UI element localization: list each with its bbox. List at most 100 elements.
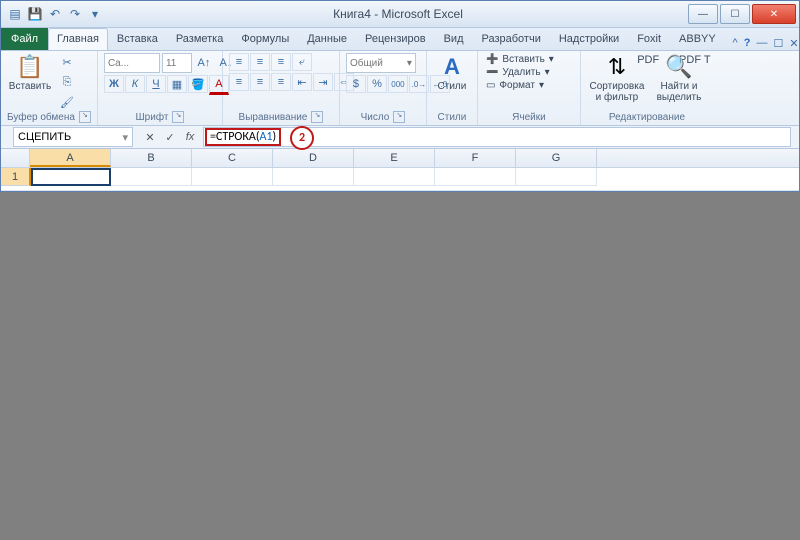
number-format-combo[interactable]: Общий▾ [346,53,416,73]
format-cells-button[interactable]: ▭Формат▾ [484,79,546,92]
tab-review[interactable]: Рецензиров [356,28,435,50]
find-select-button[interactable]: 🔍 Найти и выделить [651,53,707,103]
currency-button[interactable]: $ [346,75,366,93]
increase-decimal-button[interactable]: .0→ [409,75,429,93]
increase-indent-button[interactable]: ⇥ [313,73,333,91]
file-tab[interactable]: Файл [1,28,48,50]
row-header-1[interactable]: 1 [1,168,31,186]
enter-formula-button[interactable]: ✓ [161,128,179,146]
insert-cells-label: Вставить [502,54,544,65]
align-left-button[interactable]: ≡ [229,73,249,91]
fill-color-button[interactable]: 🪣 [188,75,208,93]
sort-filter-button[interactable]: ⇅ Сортировка и фильтр [587,53,647,103]
chevron-down-icon: ▾ [545,67,550,78]
insert-cells-button[interactable]: ➕Вставить▾ [484,53,556,66]
redo-icon[interactable]: ↷ [67,6,83,22]
cell-a1[interactable] [31,168,111,186]
chevron-down-icon: ▾ [539,80,544,91]
mdi-restore-icon[interactable]: ☐ [773,37,783,50]
close-button[interactable]: ✕ [752,4,796,24]
group-number: Общий▾ $ % 000 .0→ ←.0 Число↘ [340,51,427,125]
decrease-indent-button[interactable]: ⇤ [292,73,312,91]
ribbon: 📋 Вставить ✂ ⎘ 🖌 Буфер обмена↘ Ca... 11 … [1,51,799,126]
copy-button[interactable]: ⎘ [57,73,77,91]
select-all-corner[interactable] [1,149,30,167]
tab-view[interactable]: Вид [435,28,473,50]
chevron-down-icon: ▾ [122,131,128,144]
percent-button[interactable]: % [367,75,387,93]
paste-button[interactable]: 📋 Вставить [7,53,53,92]
column-header-b[interactable]: B [111,149,192,167]
cell-e1[interactable] [354,168,435,186]
underline-button[interactable]: Ч [146,75,166,93]
formula-text-suffix: ) [273,130,277,144]
wrap-text-button[interactable]: ⤶ [292,53,312,71]
column-header-d[interactable]: D [273,149,354,167]
minimize-button[interactable]: — [688,4,718,24]
group-cells-caption: Ячейки [512,112,546,123]
delete-cells-button[interactable]: ➖Удалить▾ [484,66,552,79]
italic-button[interactable]: К [125,75,145,93]
column-header-c[interactable]: C [192,149,273,167]
cell-styles-button[interactable]: A Стили [433,53,471,92]
name-box[interactable]: СЦЕПИТЬ ▾ [13,127,133,147]
formula-input[interactable]: =СТРОКА(A1) 2 [203,127,791,147]
cell-c1[interactable] [192,168,273,186]
align-middle-button[interactable]: ≡ [250,53,270,71]
mdi-minimize-icon[interactable]: — [756,37,767,50]
ribbon-tabs: Файл Главная Вставка Разметка ст Формулы… [1,28,799,51]
align-center-button[interactable]: ≡ [250,73,270,91]
tab-abbyy[interactable]: ABBYY PDF T [670,28,725,50]
tab-insert[interactable]: Вставка [108,28,167,50]
font-name-combo[interactable]: Ca... [104,53,160,73]
save-icon[interactable]: 💾 [27,6,43,22]
name-box-value: СЦЕПИТЬ [18,131,71,143]
tab-formulas[interactable]: Формулы [232,28,298,50]
cut-button[interactable]: ✂ [57,53,77,71]
column-header-a[interactable]: A [30,149,111,167]
ribbon-minimize-icon[interactable]: ^ [733,37,738,50]
tab-data[interactable]: Данные [298,28,356,50]
borders-button[interactable]: ▦ [167,75,187,93]
alignment-launcher[interactable]: ↘ [311,111,323,123]
mdi-close-icon[interactable]: ✕ [789,37,798,50]
cell-f1[interactable] [435,168,516,186]
tab-foxit[interactable]: Foxit PDF [628,28,670,50]
tab-home[interactable]: Главная [48,28,108,50]
qat-dropdown-icon[interactable]: ▾ [87,6,103,22]
find-icon: 🔍 [664,53,694,81]
column-header-f[interactable]: F [435,149,516,167]
align-right-button[interactable]: ≡ [271,73,291,91]
insert-function-button[interactable]: fx [181,128,199,146]
tab-addins[interactable]: Надстройки [550,28,628,50]
format-painter-button[interactable]: 🖌 [57,93,77,111]
group-font: Ca... 11 A↑ A↓ Ж К Ч ▦ 🪣 A Шрифт↘ [98,51,223,125]
undo-icon[interactable]: ↶ [47,6,63,22]
styles-icon: A [437,53,467,81]
tab-developer[interactable]: Разработчи [473,28,550,50]
group-font-caption: Шрифт [136,112,169,123]
maximize-button[interactable]: ☐ [720,4,750,24]
number-format-value: Общий [350,58,383,69]
align-bottom-button[interactable]: ≡ [271,53,291,71]
font-launcher[interactable]: ↘ [172,111,184,123]
column-headers: A B C D E F G [1,149,799,168]
cell-g1[interactable] [516,168,597,186]
font-size-combo[interactable]: 11 [162,53,192,73]
number-launcher[interactable]: ↘ [393,111,405,123]
cell-b1[interactable] [111,168,192,186]
comma-button[interactable]: 000 [388,75,408,93]
paste-icon: 📋 [15,53,45,81]
column-header-g[interactable]: G [516,149,597,167]
tab-pagelayout[interactable]: Разметка ст [167,28,233,50]
help-icon[interactable]: ? [744,37,751,50]
group-editing-caption: Редактирование [609,112,685,123]
clipboard-launcher[interactable]: ↘ [79,111,91,123]
grow-font-button[interactable]: A↑ [194,54,214,72]
sort-filter-icon: ⇅ [602,53,632,81]
column-header-e[interactable]: E [354,149,435,167]
align-top-button[interactable]: ≡ [229,53,249,71]
bold-button[interactable]: Ж [104,75,124,93]
cancel-formula-button[interactable]: ✕ [141,128,159,146]
cell-d1[interactable] [273,168,354,186]
